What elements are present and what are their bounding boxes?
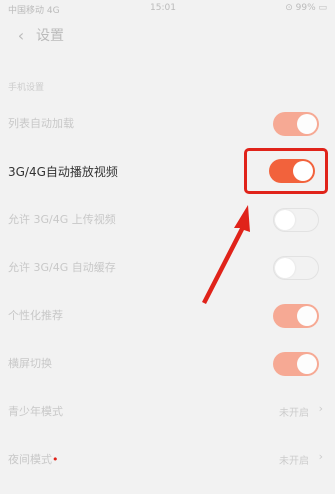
pointer-arrow-icon: [202, 205, 250, 304]
